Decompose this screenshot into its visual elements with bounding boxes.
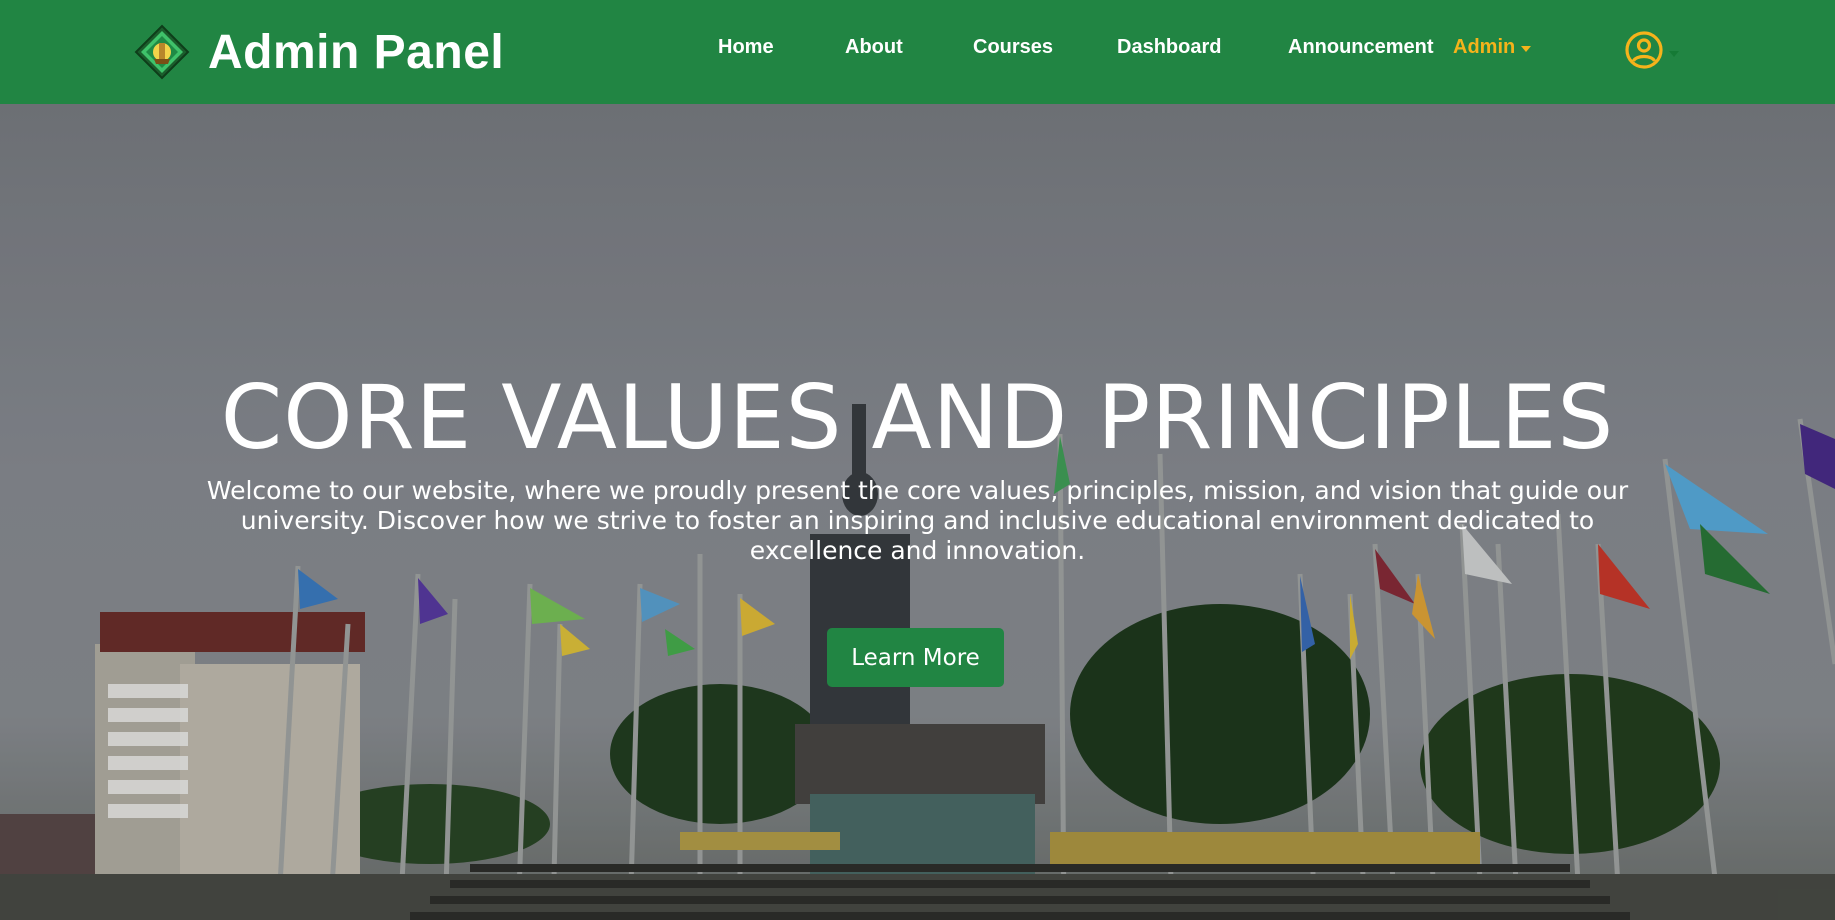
main-nav: Home About Courses Dashboard Announcemen… bbox=[0, 0, 1835, 104]
hero-section: CORE VALUES AND PRINCIPLES Welcome to ou… bbox=[0, 104, 1835, 920]
hero-title: CORE VALUES AND PRINCIPLES bbox=[220, 366, 1615, 469]
hero-description: Welcome to our website, where we proudly… bbox=[206, 476, 1629, 565]
learn-more-button[interactable]: Learn More bbox=[827, 628, 1004, 687]
nav-admin-dropdown[interactable]: Admin bbox=[1453, 36, 1532, 59]
top-navbar: Admin Panel Home About Courses Dashboard… bbox=[0, 0, 1835, 104]
nav-about[interactable]: About bbox=[845, 36, 903, 59]
nav-announcement[interactable]: Announcement bbox=[1288, 36, 1434, 59]
nav-dashboard[interactable]: Dashboard bbox=[1117, 36, 1221, 59]
chevron-down-icon bbox=[1521, 45, 1532, 52]
nav-courses[interactable]: Courses bbox=[973, 36, 1053, 59]
nav-admin-label: Admin bbox=[1453, 36, 1516, 58]
user-circle-icon bbox=[1625, 31, 1663, 69]
nav-home[interactable]: Home bbox=[718, 36, 774, 59]
user-menu-caret-icon bbox=[1669, 51, 1679, 57]
user-menu-toggle[interactable] bbox=[1624, 28, 1679, 72]
